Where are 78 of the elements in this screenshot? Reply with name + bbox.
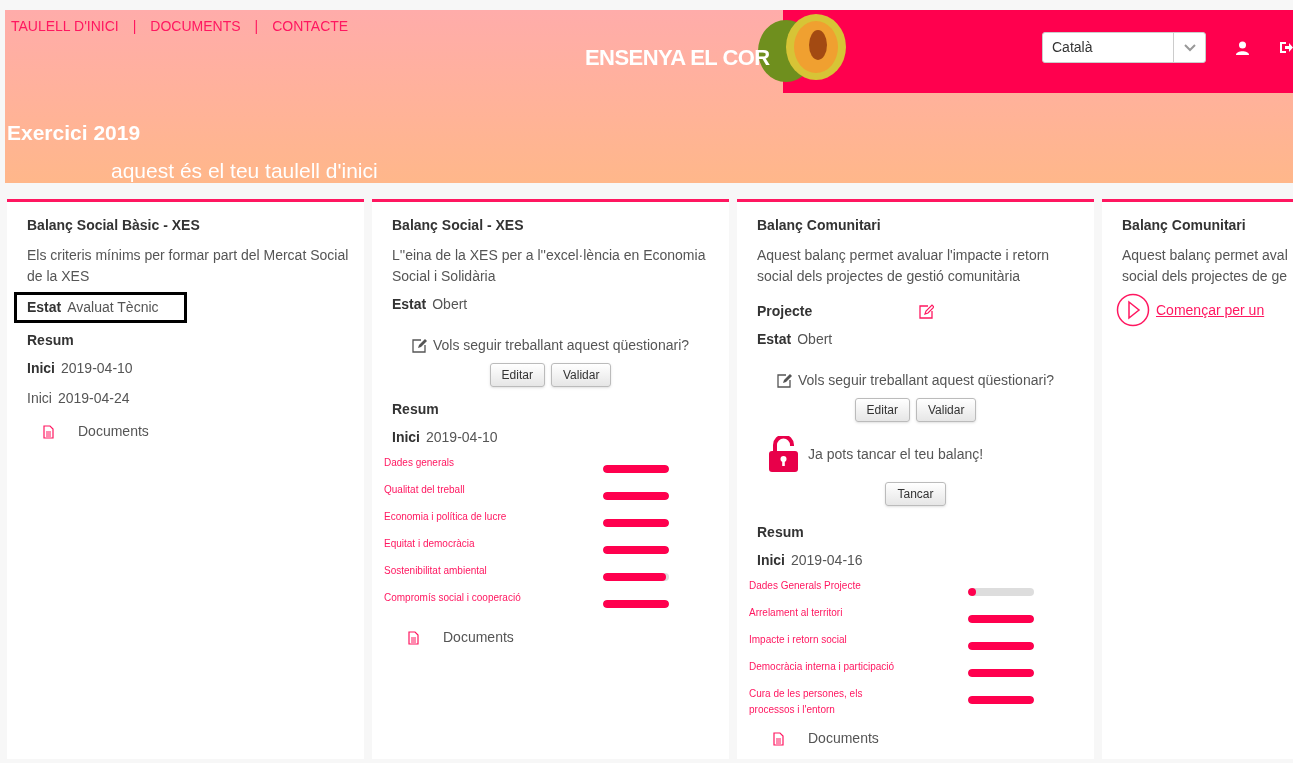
category-link[interactable]: Equitat i democràcia	[384, 536, 603, 552]
progress-bar	[603, 573, 669, 581]
progress-bar	[968, 642, 1034, 650]
documents-link[interactable]: Documents	[43, 421, 344, 442]
documents-link[interactable]: Documents	[408, 627, 709, 648]
nav-separator: |	[254, 17, 259, 36]
category-link[interactable]: Arrelament al territori	[749, 605, 968, 621]
progress-bar	[968, 696, 1034, 704]
field-label: Estat	[392, 295, 427, 314]
progress-bar	[603, 492, 669, 500]
document-icon	[408, 630, 419, 645]
document-icon	[773, 731, 784, 746]
user-icon[interactable]	[1236, 40, 1249, 55]
documents-link[interactable]: Documents	[773, 728, 1074, 749]
logout-icon[interactable]	[1279, 41, 1293, 54]
field-label: Inici	[27, 359, 55, 378]
action-button[interactable]: Editar	[854, 398, 910, 422]
play-icon	[1116, 293, 1150, 327]
document-icon	[43, 424, 54, 439]
action-button[interactable]: Tancar	[885, 482, 946, 506]
progress-bar	[603, 465, 669, 473]
section-heading: Resum	[757, 523, 805, 542]
question-text: Vols seguir treballant aquest qüestionari?	[432, 336, 690, 355]
section-heading: Resum	[27, 331, 75, 350]
card-description: Aquest balanç permet aval social dels projectes de ge	[1122, 246, 1289, 286]
progress-bar	[603, 600, 669, 608]
lock-message: Ja pots tancar el teu balanç!	[808, 444, 984, 464]
nav-link[interactable]: CONTACTE	[272, 16, 349, 37]
progress-bar	[603, 519, 669, 527]
start-link[interactable]: Començar per un	[1116, 293, 1293, 327]
field-value: Avaluat Tècnic	[67, 298, 159, 317]
field-value: Obert	[432, 295, 468, 314]
edit-icon	[776, 373, 792, 388]
category-link[interactable]: Democràcia interna i participació	[749, 659, 968, 675]
card-description: L''eina de la XES per a l''excel·lència en Economia Social i Solidària	[392, 246, 707, 286]
page-subtitle: aquest és el teu taulell d'inici	[111, 158, 378, 184]
field-label: Estat	[757, 330, 792, 349]
page-title: Exercici 2019	[7, 120, 141, 146]
progress-bar	[968, 615, 1034, 623]
field-label: Inici	[392, 428, 420, 447]
field-label: Estat	[27, 298, 62, 317]
category-link[interactable]: Cura de les persones, els processos i l'entorn	[749, 686, 968, 718]
nav-separator: |	[132, 17, 137, 36]
field-label: Inici	[757, 551, 785, 570]
card-title: Balanç Social Bàsic - XES	[27, 216, 201, 235]
card-title: Balanç Comunitari	[757, 216, 882, 235]
category-link[interactable]: Compromís social i cooperació	[384, 590, 603, 606]
category-link[interactable]: Economia i política de lucre	[384, 509, 603, 525]
edit-icon[interactable]	[919, 304, 934, 319]
field-label: Projecte	[757, 302, 814, 321]
language-select[interactable]: Català	[1042, 32, 1206, 63]
field-value: 2019-04-10	[426, 428, 498, 447]
card-description: Aquest balanç permet avaluar l'impacte i retorn social dels projectes de gestió comunitària	[757, 246, 1051, 286]
progress-bar	[603, 546, 669, 554]
nav-link[interactable]: DOCUMENTS	[150, 16, 241, 37]
category-link[interactable]: Sostenibilitat ambiental	[384, 563, 603, 579]
card-title: Balanç Social - XES	[392, 216, 525, 235]
action-button[interactable]: Validar	[550, 363, 612, 387]
category-link[interactable]: Impacte i retorn social	[749, 632, 968, 648]
progress-bar	[968, 669, 1034, 677]
card-title: Balanç Comunitari	[1122, 216, 1247, 235]
category-link[interactable]: Qualitat del treball	[384, 482, 603, 498]
category-link[interactable]: Dades generals	[384, 455, 603, 471]
question-text: Vols seguir treballant aquest qüestionari?	[797, 371, 1055, 390]
field-value: 2019-04-24	[57, 389, 130, 408]
progress-bar	[968, 588, 1034, 596]
action-button[interactable]: Editar	[489, 363, 545, 387]
category-link[interactable]: Dades Generals Projecte	[749, 578, 968, 594]
action-button[interactable]: Validar	[915, 398, 977, 422]
padlock-icon	[769, 436, 798, 472]
field-value: Obert	[797, 330, 833, 349]
nav-link[interactable]: TAULELL D'INICI	[11, 16, 119, 37]
field-value: 2019-04-16	[791, 551, 863, 570]
chevron-down-icon	[1183, 43, 1196, 52]
edit-icon	[411, 338, 427, 353]
section-heading: Resum	[392, 400, 440, 419]
field-value: 2019-04-10	[61, 359, 133, 378]
field-label: Inici	[27, 389, 52, 408]
